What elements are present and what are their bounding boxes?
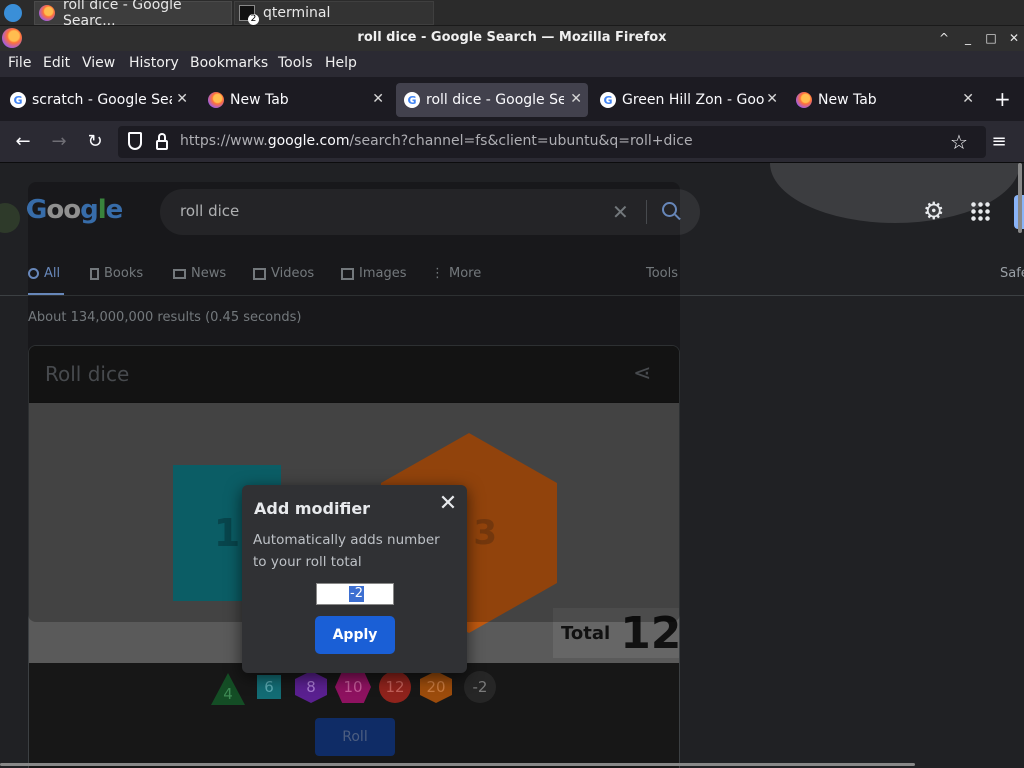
tab-close-icon[interactable]: ✕ [766,91,778,107]
taskbar: roll dice - Google Searc... 2 qterminal [0,0,1024,29]
bookmark-star-icon[interactable]: ☆ [950,130,968,154]
d20-label: 20 [426,678,446,696]
roll-button[interactable]: Roll [315,718,395,756]
menu-history[interactable]: History [129,55,179,71]
window-keep-above-button[interactable]: ^ [935,29,953,47]
task-qterminal[interactable]: 2 qterminal [234,1,434,25]
doodle-leaf-shape [0,203,20,233]
modifier-input[interactable]: -2 [316,583,394,605]
add-modifier-dialog: Add modifier ✕ Automatically adds number… [242,485,467,673]
menu-view[interactable]: View [82,55,115,71]
tab-close-icon[interactable]: ✕ [176,91,188,107]
window-close-button[interactable]: ✕ [1005,29,1023,47]
url-prefix: https://www. [180,133,268,149]
modifier-label: -2 [472,678,488,696]
dialog-title: Add modifier [254,499,371,518]
url-rest: /search?channel=fs&client=ubuntu&q=roll+… [349,133,693,149]
settings-gear-icon[interactable]: ⚙ [923,199,945,223]
tab-close-icon[interactable]: ✕ [962,91,974,107]
tab-close-icon[interactable]: ✕ [570,91,582,107]
d6-button[interactable]: 6 [257,675,281,699]
back-arrow-icon[interactable]: ← [10,129,36,155]
new-tab-plus-icon[interactable]: + [994,89,1011,109]
shield-icon[interactable] [128,132,142,150]
url-domain: google.com [267,133,350,149]
menu-help[interactable]: Help [325,55,357,71]
close-icon[interactable]: ✕ [436,493,460,517]
url-text[interactable]: https://www.google.com/search?channel=fs… [180,133,693,149]
d10-button[interactable]: 10 [335,671,371,703]
tab-roll-dice[interactable]: G roll dice - Google Search ✕ [396,83,588,117]
google-favicon-icon: G [404,92,420,108]
firefox-favicon-icon [208,92,224,108]
reload-icon[interactable]: ↻ [82,129,108,155]
task-label: roll dice - Google Searc... [63,0,182,29]
terminal-icon: 2 [239,5,259,25]
tab-label: scratch - Google Search [32,92,172,108]
d4-label: 4 [223,685,233,703]
menubar: File Edit View History Bookmarks Tools H… [0,51,1024,77]
firefox-icon [39,5,55,21]
task-badge: 2 [248,14,259,25]
task-firefox[interactable]: roll dice - Google Searc... [34,0,232,29]
google-favicon-icon: G [10,92,26,108]
tab-new-tab-2[interactable]: New Tab ✕ [790,83,980,117]
tab-label: Green Hill Zon - Google Search [622,92,764,108]
d8-button[interactable]: 8 [295,671,327,703]
menu-bookmarks[interactable]: Bookmarks [190,55,268,71]
tab-label: roll dice - Google Search [426,92,564,108]
safesearch-label[interactable]: Safe [1000,266,1024,281]
d6-label: 6 [264,678,274,696]
app-menu-hamburger-icon[interactable]: ≡ [986,129,1012,155]
window-minimize-button[interactable]: _ [959,29,977,47]
forward-arrow-icon[interactable]: → [46,129,72,155]
d10-label: 10 [343,678,363,696]
task-label: qterminal [263,5,331,21]
tab-new-tab-1[interactable]: New Tab ✕ [200,83,390,117]
horizontal-scrollbar[interactable] [0,763,915,766]
total-label: Total [561,622,611,644]
app-menu-icon[interactable] [4,4,22,22]
lock-shackle [158,133,166,141]
google-favicon-icon: G [600,92,616,108]
url-bar[interactable]: https://www.google.com/search?channel=fs… [118,126,986,158]
page-scrollbar[interactable] [1018,163,1022,233]
tab-strip: G scratch - Google Search ✕ New Tab ✕ G … [0,77,1024,121]
apps-grid-icon[interactable] [970,201,990,221]
menu-tools[interactable]: Tools [278,55,313,71]
navigation-toolbar: ← → ↻ https://www.google.com/search?chan… [0,121,1024,163]
menu-edit[interactable]: Edit [43,55,70,71]
tab-label: New Tab [818,92,877,108]
dialog-description: Automatically adds number to your roll t… [253,532,440,570]
window-titlebar: roll dice - Google Search — Mozilla Fire… [0,26,1024,51]
modifier-input-value: -2 [349,586,364,602]
firefox-favicon-icon [796,92,812,108]
d12-button[interactable]: 12 [379,671,411,703]
tab-label: New Tab [230,92,289,108]
tab-scratch[interactable]: G scratch - Google Search ✕ [4,83,194,117]
tab-close-icon[interactable]: ✕ [372,91,384,107]
tab-green-hill[interactable]: G Green Hill Zon - Google Search ✕ [594,83,784,117]
d4-button[interactable]: 4 [211,673,245,705]
apply-button[interactable]: Apply [315,616,395,654]
lock-icon[interactable] [156,140,168,150]
modifier-button[interactable]: -2 [464,671,496,703]
d8-label: 8 [306,678,316,696]
d20-button[interactable]: 20 [420,671,452,703]
window-maximize-button[interactable]: □ [982,29,1000,47]
d12-label: 12 [385,678,405,696]
menu-file[interactable]: File [8,55,31,71]
window-title: roll dice - Google Search — Mozilla Fire… [357,30,667,45]
